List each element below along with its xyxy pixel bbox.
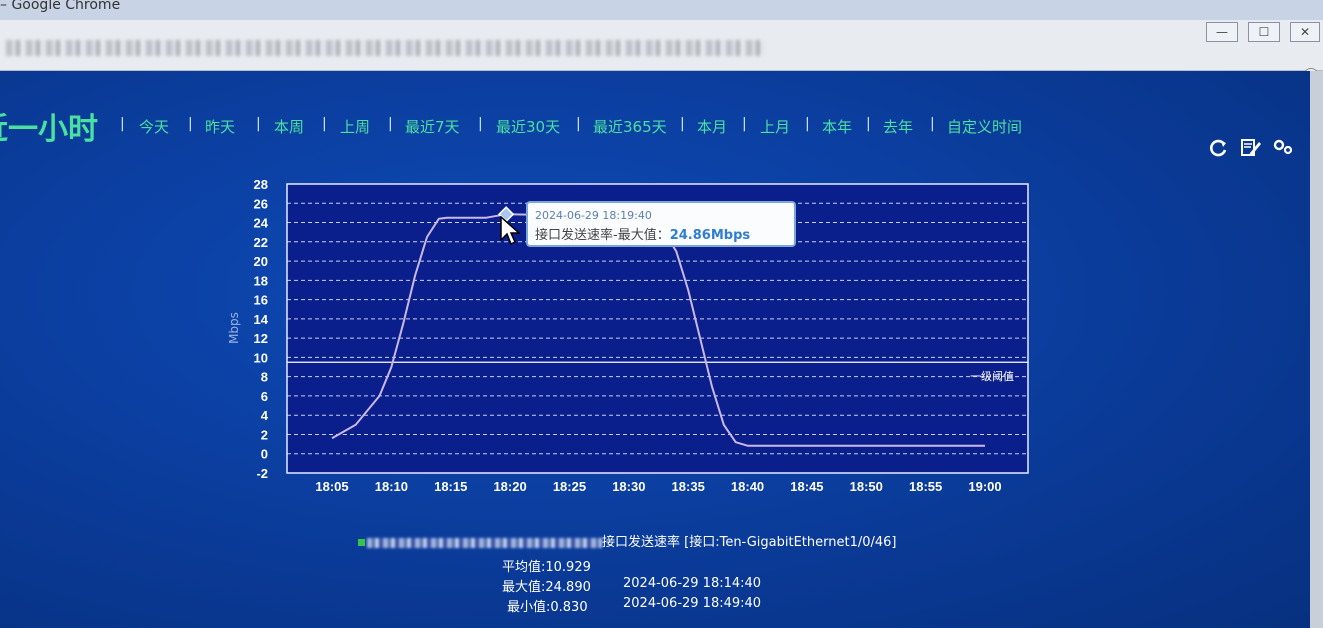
- x-tick-label: 19:00: [968, 479, 1001, 494]
- x-tick-label: 18:15: [434, 479, 467, 494]
- x-tick-label: 18:05: [315, 479, 348, 494]
- min-time: 2024-06-29 18:49:40: [623, 596, 762, 611]
- tooltip-label: 接口发送速率-最大值：24.86Mbps: [535, 224, 750, 243]
- x-tick-label: 18:25: [553, 479, 586, 494]
- y-tick-label: 16: [254, 293, 268, 308]
- y-tick-label: 22: [254, 235, 268, 250]
- series-legend: 接口发送速率 [接口:Ten-GigabitEthernet1/0/46]: [358, 531, 897, 550]
- legend-text: 接口发送速率 [接口:Ten-GigabitEthernet1/0/46]: [602, 535, 897, 550]
- y-tick-label: 28: [254, 177, 268, 192]
- legend-marker-icon: [358, 539, 365, 546]
- y-tick-label: 26: [254, 196, 268, 211]
- y-tick-label: 2: [261, 427, 268, 442]
- max-time: 2024-06-29 18:14:40: [623, 576, 762, 591]
- threshold-label: 一级阈值: [970, 369, 1014, 383]
- x-tick-label: 18:40: [731, 479, 764, 494]
- min-value: 最小值:0.830: [507, 600, 588, 615]
- y-tick-label: 4: [261, 408, 269, 423]
- tooltip-label-text: 接口发送速率-最大值：: [535, 228, 670, 243]
- y-axis-ticks: 2826242220181614121086420-2: [254, 177, 269, 481]
- device-name-redacted: [367, 537, 602, 548]
- tooltip-value: 24.86Mbps: [669, 228, 751, 243]
- mouse-cursor-icon: [500, 216, 520, 246]
- chart-tooltip: 2024-06-29 18:19:40 接口发送速率-最大值：24.86Mbps: [526, 201, 796, 247]
- x-axis-ticks: 18:05 18:10 18:15 18:20 18:25 18:30 18:35 18:40…: [315, 479, 1001, 494]
- x-tick-label: 18:30: [612, 479, 645, 494]
- y-axis-label: Mbps: [227, 312, 241, 344]
- max-value: 最大值:24.890: [502, 580, 591, 595]
- y-tick-label: 0: [261, 447, 268, 462]
- x-tick-label: 18:45: [790, 479, 823, 494]
- avg-value: 平均值:10.929: [502, 560, 591, 575]
- y-tick-label: 12: [254, 331, 268, 346]
- x-tick-label: 18:10: [375, 479, 408, 494]
- y-tick-label: 14: [254, 312, 269, 327]
- y-tick-label: 24: [254, 216, 269, 231]
- x-tick-label: 18:55: [909, 479, 942, 494]
- tooltip-timestamp: 2024-06-29 18:19:40: [535, 209, 652, 222]
- y-tick-label: 10: [254, 350, 268, 365]
- y-tick-label: 20: [254, 254, 268, 269]
- y-tick-label: 18: [254, 273, 268, 288]
- x-tick-label: 18:50: [850, 479, 883, 494]
- y-tick-label: 8: [261, 370, 268, 385]
- x-tick-label: 18:20: [493, 479, 526, 494]
- y-tick-label: 6: [261, 389, 268, 404]
- y-tick-label: -2: [256, 466, 268, 481]
- x-tick-label: 18:35: [672, 479, 705, 494]
